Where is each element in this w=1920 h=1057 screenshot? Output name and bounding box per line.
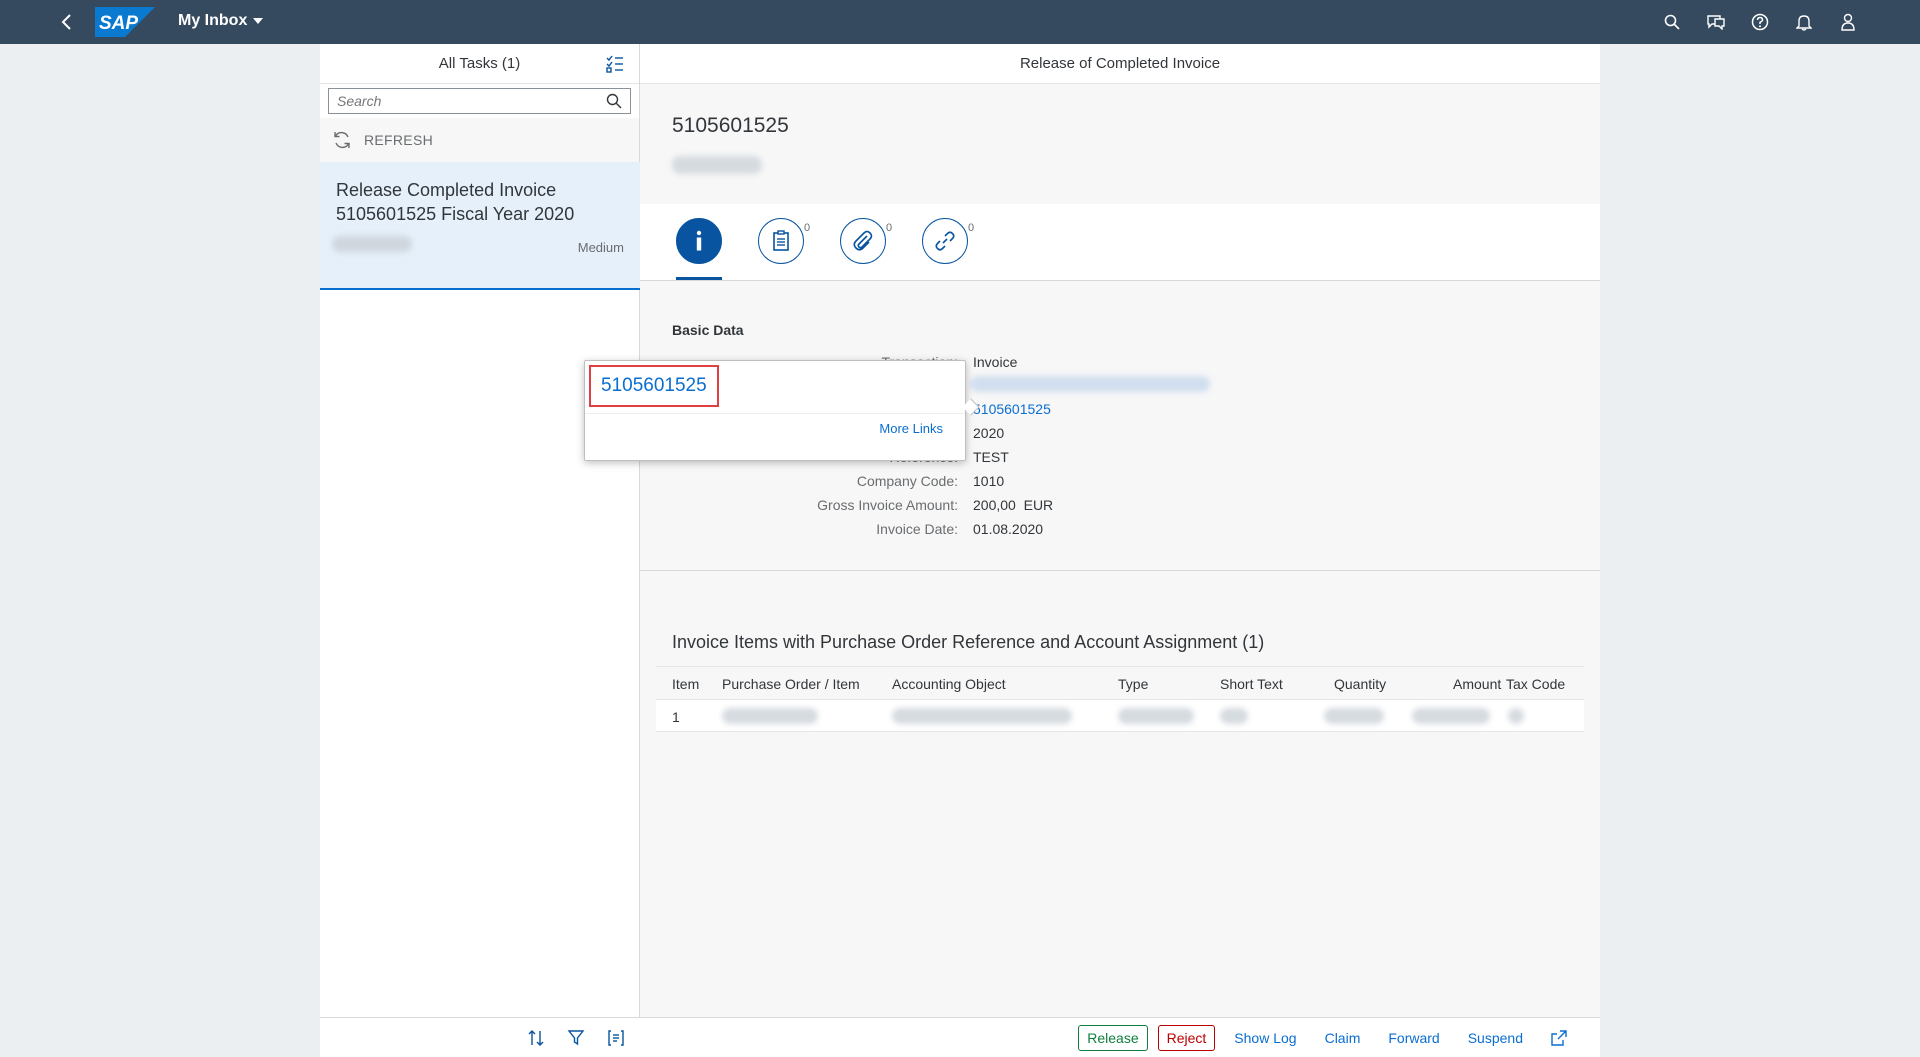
refresh-icon bbox=[334, 131, 350, 149]
tab-related-objects[interactable] bbox=[922, 218, 968, 264]
group-icon[interactable] bbox=[606, 1028, 626, 1048]
master-header: All Tasks (1) bbox=[320, 44, 639, 84]
svg-text:SAP: SAP bbox=[99, 13, 138, 34]
search-input[interactable] bbox=[337, 93, 606, 109]
object-subtitle-redacted bbox=[672, 156, 762, 174]
filter-icon[interactable] bbox=[566, 1028, 586, 1048]
open-in-new-window-button[interactable] bbox=[1542, 1024, 1576, 1051]
column-header-item[interactable]: Item bbox=[672, 676, 699, 692]
object-title: 5105601525 bbox=[672, 114, 789, 137]
cell-amount-redacted bbox=[1412, 708, 1490, 724]
search-field[interactable] bbox=[328, 88, 631, 114]
tab-related-objects-count: 0 bbox=[968, 222, 975, 234]
share-icon bbox=[1551, 1029, 1567, 1046]
notes-icon bbox=[773, 230, 789, 251]
detail-footer-toolbar: Release Reject Show Log Claim Forward Su… bbox=[640, 1017, 1600, 1057]
release-button[interactable]: Release bbox=[1078, 1024, 1148, 1051]
gross-amount-currency: EUR bbox=[1023, 497, 1054, 513]
quick-links-popover: 5105601525 More Links bbox=[584, 360, 980, 461]
detail-panel: Release of Completed Invoice 5105601525 … bbox=[640, 44, 1600, 1057]
tab-attachments-count: 0 bbox=[886, 222, 893, 234]
table-header: Item Purchase Order / Item Accounting Ob… bbox=[656, 666, 1584, 700]
claim-button[interactable]: Claim bbox=[1315, 1024, 1370, 1051]
master-footer bbox=[320, 1017, 640, 1057]
master-panel: All Tasks (1) REFRESH Release Completed … bbox=[320, 44, 640, 1057]
cell-quantity-redacted bbox=[1324, 708, 1384, 724]
invoice-date-label: Invoice Date: bbox=[876, 521, 958, 537]
column-header-amount[interactable]: Amount bbox=[1453, 676, 1501, 692]
company-code-label: Company Code: bbox=[856, 473, 958, 489]
cell-purchase-order-redacted bbox=[722, 708, 818, 724]
shell-bar: SAP My Inbox bbox=[0, 0, 1920, 44]
help-icon[interactable] bbox=[1748, 10, 1772, 34]
invoice-items-table: Item Purchase Order / Item Accounting Ob… bbox=[656, 666, 1584, 732]
task-title: Release Completed Invoice 5105601525 Fis… bbox=[336, 180, 575, 224]
vendor-redacted bbox=[970, 376, 1210, 392]
fiscal-year-value: 2020 bbox=[973, 425, 1005, 441]
popover-divider bbox=[585, 413, 965, 414]
more-links-link[interactable]: More Links bbox=[879, 421, 943, 436]
column-header-accounting-object[interactable]: Accounting Object bbox=[892, 676, 1006, 692]
forward-button[interactable]: Forward bbox=[1379, 1024, 1449, 1051]
tab-notes[interactable] bbox=[758, 218, 804, 264]
info-icon bbox=[696, 230, 702, 251]
tab-information[interactable] bbox=[676, 218, 722, 264]
section-divider bbox=[640, 570, 1600, 571]
detail-header: Release of Completed Invoice bbox=[640, 44, 1600, 84]
chevron-left-icon bbox=[61, 14, 71, 30]
search-icon[interactable] bbox=[1660, 10, 1684, 34]
sap-logo[interactable]: SAP bbox=[95, 7, 155, 37]
search-icon[interactable] bbox=[606, 93, 622, 109]
list-settings-icon[interactable] bbox=[605, 54, 625, 74]
company-code-value: 1010 bbox=[973, 473, 1005, 489]
caret-down-icon bbox=[253, 18, 264, 24]
refresh-button[interactable]: REFRESH bbox=[320, 118, 639, 162]
back-button[interactable] bbox=[55, 10, 79, 34]
invoice-number-link[interactable]: 5105601525 bbox=[973, 401, 1051, 417]
table-row[interactable]: 1 bbox=[656, 700, 1584, 732]
cell-short-text-redacted bbox=[1220, 708, 1248, 724]
sort-icon[interactable] bbox=[526, 1028, 546, 1048]
popover-invoice-link[interactable]: 5105601525 bbox=[589, 365, 719, 407]
column-header-quantity[interactable]: Quantity bbox=[1334, 676, 1386, 692]
gross-amount-label: Gross Invoice Amount: bbox=[817, 497, 958, 513]
column-header-type[interactable]: Type bbox=[1118, 676, 1148, 692]
task-created-by-redacted bbox=[332, 236, 412, 252]
task-priority: Medium bbox=[577, 240, 624, 255]
column-header-short-text[interactable]: Short Text bbox=[1220, 676, 1283, 692]
cell-item: 1 bbox=[672, 709, 680, 725]
column-header-tax-code[interactable]: Tax Code bbox=[1506, 676, 1565, 692]
transaction-value: Invoice bbox=[973, 354, 1018, 370]
link-icon bbox=[935, 231, 955, 251]
feedback-icon[interactable] bbox=[1704, 10, 1728, 34]
cell-type-redacted bbox=[1118, 708, 1194, 724]
invoice-date-value: 01.08.2020 bbox=[973, 521, 1044, 537]
gross-amount-value: 200,00 EUR bbox=[973, 497, 1053, 513]
reject-button[interactable]: Reject bbox=[1157, 1024, 1216, 1051]
reference-value: TEST bbox=[973, 449, 1009, 465]
all-tasks-title: All Tasks (1) bbox=[438, 55, 521, 72]
gross-amount-number: 200,00 bbox=[973, 497, 1016, 513]
basic-data-title: Basic Data bbox=[672, 322, 744, 338]
task-list-item[interactable]: Release Completed Invoice 5105601525 Fis… bbox=[320, 162, 640, 290]
tab-notes-count: 0 bbox=[804, 222, 811, 234]
icon-tab-bar: 0 0 0 bbox=[640, 204, 1600, 281]
notifications-bell-icon[interactable] bbox=[1792, 10, 1816, 34]
suspend-button[interactable]: Suspend bbox=[1458, 1024, 1532, 1051]
tab-attachments[interactable] bbox=[840, 218, 886, 264]
cell-accounting-object-redacted bbox=[892, 708, 1072, 724]
refresh-label: REFRESH bbox=[364, 132, 433, 148]
app-title-menu[interactable]: My Inbox bbox=[178, 12, 264, 30]
items-table-title: Invoice Items with Purchase Order Refere… bbox=[672, 632, 1265, 652]
column-header-purchase-order[interactable]: Purchase Order / Item bbox=[722, 676, 860, 692]
show-log-button[interactable]: Show Log bbox=[1225, 1024, 1306, 1051]
attachment-icon bbox=[853, 230, 873, 251]
object-header: 5105601525 bbox=[640, 84, 1600, 204]
app-title: My Inbox bbox=[178, 12, 248, 29]
cell-tax-code-redacted bbox=[1508, 708, 1524, 724]
user-profile-icon[interactable] bbox=[1836, 10, 1860, 34]
tab-selection-indicator bbox=[676, 277, 722, 280]
